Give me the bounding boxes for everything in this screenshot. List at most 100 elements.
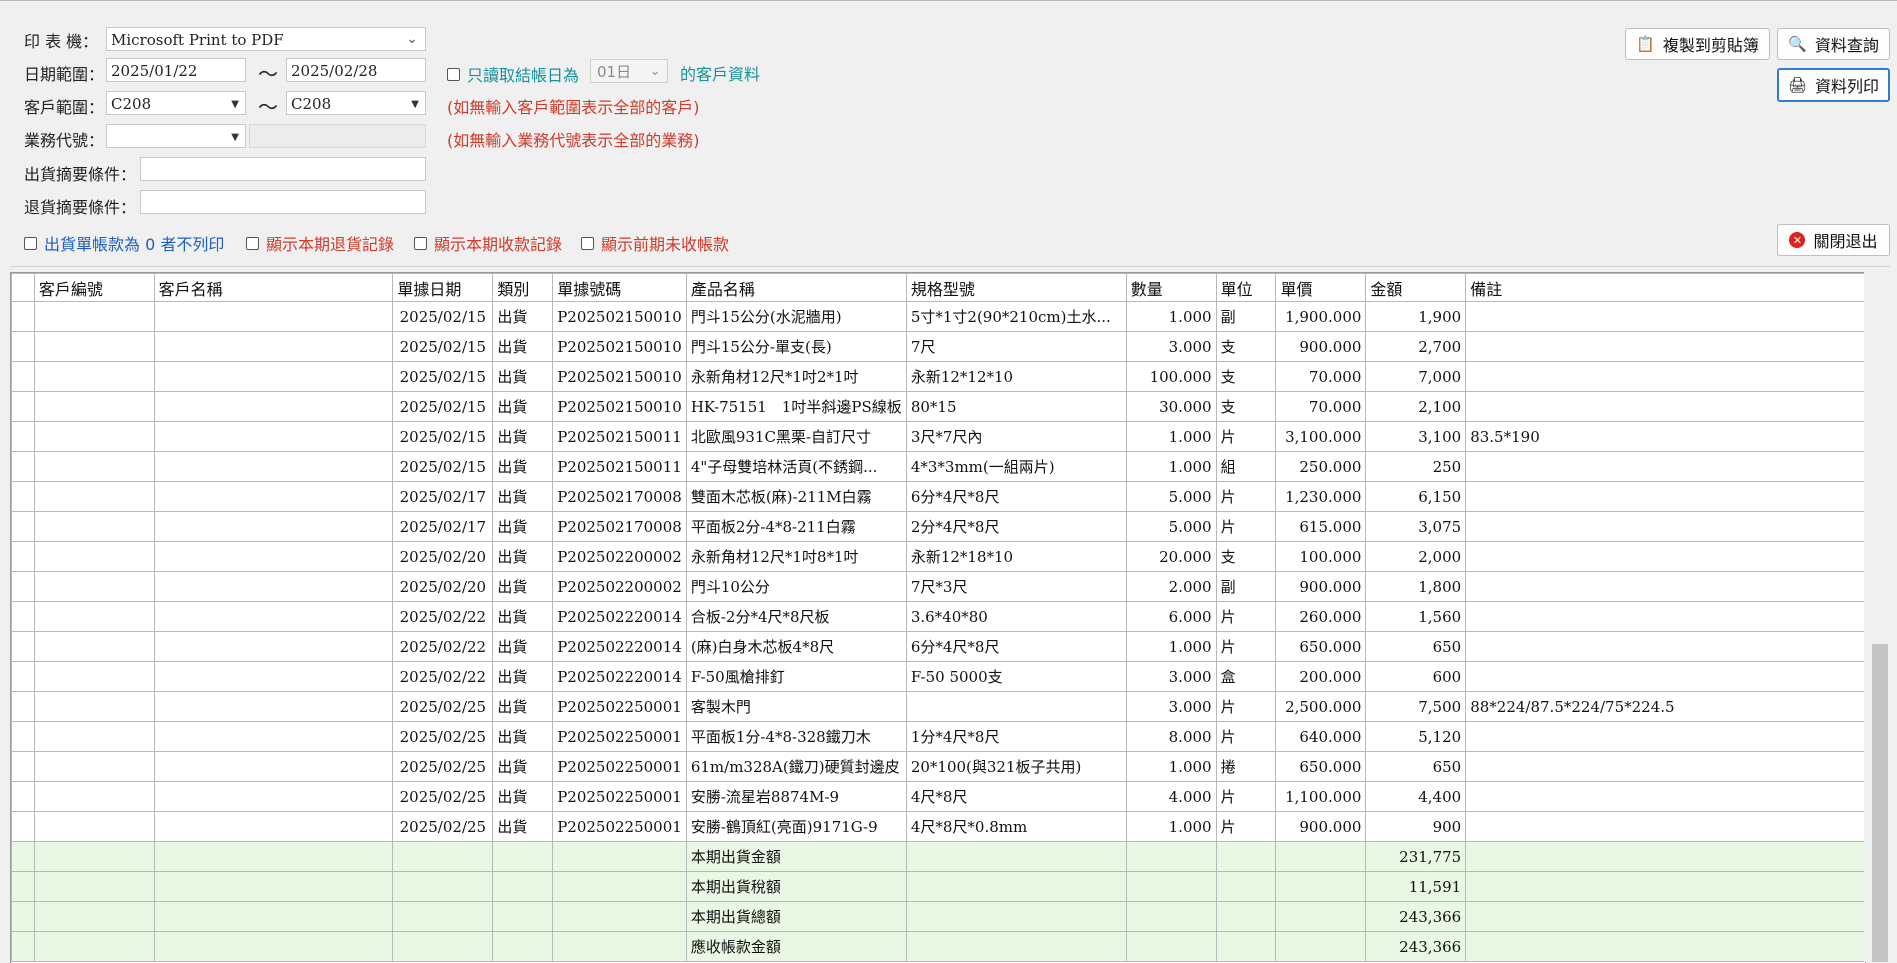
vertical-scrollbar[interactable] (1864, 272, 1897, 962)
cell-type[interactable]: 出貨 (492, 781, 554, 812)
summary-empty-cell[interactable] (492, 931, 554, 962)
cell-spec[interactable]: 6分*4尺*8尺 (905, 481, 1127, 512)
cell-unit[interactable]: 片 (1215, 811, 1277, 842)
cell-customer-name[interactable] (153, 751, 394, 782)
cell-spec[interactable]: F-50 5000支 (905, 661, 1127, 692)
cell-quantity[interactable]: 5.000 (1125, 481, 1217, 512)
cell-unit[interactable]: 片 (1215, 421, 1277, 452)
cell-remark[interactable] (1465, 511, 1865, 542)
summary-empty-cell[interactable] (492, 871, 554, 902)
cell-customer-id[interactable] (33, 301, 155, 332)
cell-quantity[interactable]: 1.000 (1125, 451, 1217, 482)
cell-quantity[interactable]: 4.000 (1125, 781, 1217, 812)
skip-zero-amount-checkbox[interactable]: 出貨單帳款為 0 者不列印 (24, 231, 224, 255)
cell-remark[interactable] (1465, 631, 1865, 662)
cell-doc-date[interactable]: 2025/02/17 (392, 511, 494, 542)
cell-spec[interactable] (905, 691, 1127, 722)
cell-remark[interactable] (1465, 781, 1865, 812)
cell-product-name[interactable]: HK-75151 1吋半斜邊PS線板 (685, 391, 907, 422)
cell-amount[interactable]: 900 (1365, 811, 1467, 842)
cell-product-name[interactable]: 雙面木芯板(麻)-211M白霧 (685, 481, 907, 512)
cell-product-name[interactable]: 門斗10公分 (685, 571, 907, 602)
cell-customer-name[interactable] (153, 781, 394, 812)
table-row[interactable]: 2025/02/25 出貨 P202502250001 客製木門 3.000 片 2,500… (11, 691, 1865, 722)
cell-unit-price[interactable]: 1,900.000 (1275, 301, 1367, 332)
cell-customer-id[interactable] (33, 661, 155, 692)
cell-quantity[interactable]: 3.000 (1125, 661, 1217, 692)
cell-doc-date[interactable]: 2025/02/25 (392, 751, 494, 782)
col-unit[interactable]: 單位 (1215, 273, 1277, 302)
summary-empty-cell[interactable] (552, 871, 687, 902)
cell-unit[interactable]: 支 (1215, 391, 1277, 422)
col-spec[interactable]: 規格型號 (905, 273, 1127, 302)
cell-product-name[interactable]: 永新角材12尺*1吋2*1吋 (685, 361, 907, 392)
date-to-input[interactable]: 2025/02/28 (286, 58, 426, 82)
summary-empty-cell[interactable] (1125, 871, 1217, 902)
cell-remark[interactable] (1465, 811, 1865, 842)
summary-row[interactable]: 本期出貨總額 243,366 (11, 901, 1865, 932)
customer-to-select[interactable]: C208 ▼ (286, 91, 426, 115)
row-indicator[interactable] (11, 301, 35, 332)
cell-customer-id[interactable] (33, 331, 155, 362)
cell-customer-id[interactable] (33, 391, 155, 422)
col-unit-price[interactable]: 單價 (1275, 273, 1367, 302)
cell-doc-date[interactable]: 2025/02/25 (392, 811, 494, 842)
show-receipts-checkbox[interactable]: 顯示本期收款記錄 (414, 231, 562, 255)
cell-spec[interactable]: 4*3*3mm(一組兩片) (905, 451, 1127, 482)
cell-customer-id[interactable] (33, 631, 155, 662)
summary-empty-cell[interactable] (1465, 871, 1865, 902)
cell-doc-date[interactable]: 2025/02/25 (392, 691, 494, 722)
cell-unit[interactable]: 片 (1215, 721, 1277, 752)
cell-amount[interactable]: 2,700 (1365, 331, 1467, 362)
summary-empty-cell[interactable] (153, 901, 394, 932)
summary-value[interactable]: 243,366 (1365, 901, 1467, 932)
cell-doc-number[interactable]: P202502170008 (552, 481, 687, 512)
summary-empty-cell[interactable] (33, 931, 155, 962)
printer-select[interactable]: Microsoft Print to PDF ⌄ (106, 27, 426, 51)
cell-remark[interactable] (1465, 721, 1865, 752)
cell-amount[interactable]: 1,800 (1365, 571, 1467, 602)
summary-value[interactable]: 231,775 (1365, 841, 1467, 872)
cell-unit-price[interactable]: 650.000 (1275, 631, 1367, 662)
summary-empty-cell[interactable] (1275, 871, 1367, 902)
cell-spec[interactable]: 7尺*3尺 (905, 571, 1127, 602)
cell-unit[interactable]: 副 (1215, 301, 1277, 332)
summary-empty-cell[interactable] (1465, 841, 1865, 872)
row-indicator[interactable] (11, 541, 35, 572)
cell-doc-date[interactable]: 2025/02/17 (392, 481, 494, 512)
cell-unit[interactable]: 支 (1215, 541, 1277, 572)
summary-row[interactable]: 本期出貨金額 231,775 (11, 841, 1865, 872)
row-indicator[interactable] (11, 631, 35, 662)
cell-amount[interactable]: 1,560 (1365, 601, 1467, 632)
cell-doc-number[interactable]: P202502150010 (552, 331, 687, 362)
row-indicator[interactable] (11, 781, 35, 812)
cell-spec[interactable]: 80*15 (905, 391, 1127, 422)
print-button[interactable]: 🖨 資料列印 (1777, 68, 1890, 102)
cell-remark[interactable] (1465, 751, 1865, 782)
sales-code-select[interactable]: ▼ (106, 124, 246, 148)
cell-doc-date[interactable]: 2025/02/15 (392, 421, 494, 452)
cell-unit-price[interactable]: 650.000 (1275, 751, 1367, 782)
col-customer-id[interactable]: 客戶編號 (33, 273, 155, 302)
summary-empty-cell[interactable] (1215, 901, 1277, 932)
col-type[interactable]: 類別 (492, 273, 554, 302)
cell-customer-id[interactable] (33, 421, 155, 452)
checkbox-box[interactable] (414, 236, 427, 250)
table-row[interactable]: 2025/02/22 出貨 P202502220014 合板-2分*4尺*8尺板 3.6… (11, 601, 1865, 632)
cell-remark[interactable] (1465, 601, 1865, 632)
cell-amount[interactable]: 1,900 (1365, 301, 1467, 332)
cell-unit-price[interactable]: 900.000 (1275, 811, 1367, 842)
cell-unit-price[interactable]: 70.000 (1275, 391, 1367, 422)
col-quantity[interactable]: 數量 (1125, 273, 1217, 302)
row-indicator[interactable] (11, 361, 35, 392)
row-indicator[interactable] (11, 331, 35, 362)
cell-type[interactable]: 出貨 (492, 391, 554, 422)
cell-spec[interactable]: 2分*4尺*8尺 (905, 511, 1127, 542)
cell-doc-date[interactable]: 2025/02/25 (392, 781, 494, 812)
cell-product-name[interactable]: 北歐風931C黑栗-自訂尺寸 (685, 421, 907, 452)
cell-doc-date[interactable]: 2025/02/22 (392, 661, 494, 692)
summary-empty-cell[interactable] (1465, 901, 1865, 932)
cell-doc-number[interactable]: P202502250001 (552, 721, 687, 752)
cell-unit-price[interactable]: 260.000 (1275, 601, 1367, 632)
cell-customer-id[interactable] (33, 811, 155, 842)
